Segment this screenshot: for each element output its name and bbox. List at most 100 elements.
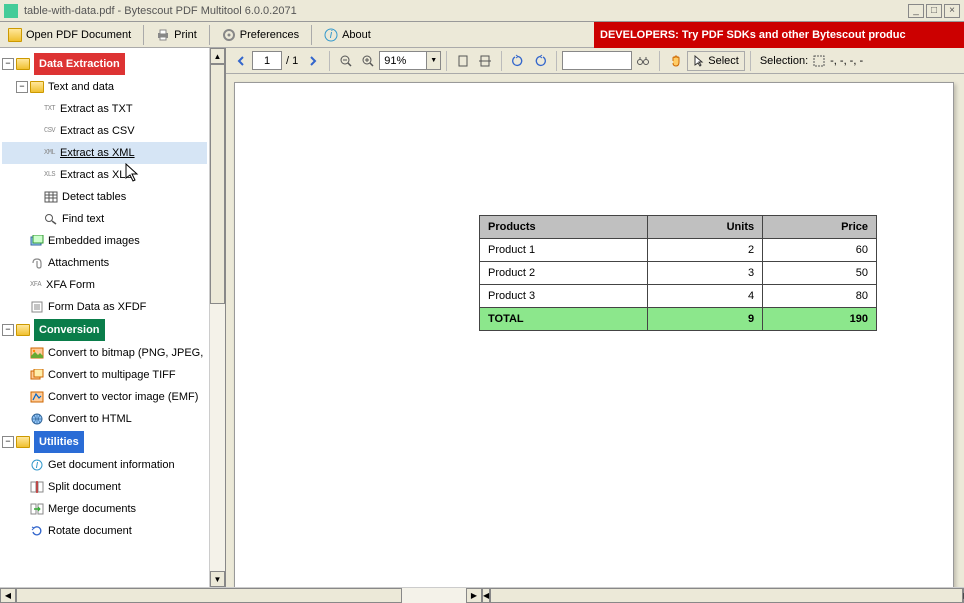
tree-item-extract-csv[interactable]: CSV Extract as CSV [2,120,207,142]
open-pdf-button[interactable]: Open PDF Document [2,26,137,44]
hand-tool-button[interactable] [665,51,687,71]
tiff-icon [30,369,44,381]
scroll-track[interactable] [402,588,466,603]
separator [556,51,557,71]
scroll-left-icon[interactable]: ◀ [482,588,490,603]
viewer-hscrollbar[interactable]: ◀ ▶ [482,587,964,603]
tree-label: Embedded images [48,231,140,251]
tree-item-merge[interactable]: Merge documents [2,498,207,520]
tree-item-find-text[interactable]: Find text [2,208,207,230]
cell: Product 2 [480,262,648,285]
selection-rect-icon [812,54,826,68]
rotate-ccw-button[interactable] [507,51,529,71]
tree-label: Convert to multipage TIFF [48,365,176,385]
rotate-cw-icon [533,54,547,68]
section-label: Utilities [34,431,84,453]
scroll-down-icon[interactable]: ▼ [210,571,225,587]
chevron-down-icon[interactable]: ▼ [427,51,441,70]
select-tool-button[interactable]: Select [687,51,745,71]
selection-value: -, -, -, - [826,55,867,67]
print-button[interactable]: Print [150,26,203,44]
open-label: Open PDF Document [26,29,131,41]
tree-item-extract-xml[interactable]: XML Extract as XML [2,142,207,164]
tree-item-convert-emf[interactable]: Convert to vector image (EMF) [2,386,207,408]
zoom-combo[interactable]: 91% ▼ [379,51,441,70]
tree-item-get-info[interactable]: i Get document information [2,454,207,476]
sidebar-hscrollbar[interactable]: ◀ ▶ [0,587,482,603]
zoom-out-button[interactable] [335,51,357,71]
tree-label: Detect tables [62,187,126,207]
search-input[interactable] [562,51,632,70]
rotate-icon [30,525,44,537]
scroll-thumb[interactable] [490,588,962,603]
separator [311,25,312,45]
tree-item-extract-txt[interactable]: TXT Extract as TXT [2,98,207,120]
tree-item-text-data[interactable]: − Text and data [2,76,207,98]
tree-section-utilities[interactable]: − Utilities [2,430,207,454]
tree-section-data-extraction[interactable]: − Data Extraction [2,52,207,76]
tree-label: Extract as XML [60,143,135,163]
tree-label: Split document [48,477,121,497]
search-button[interactable] [632,51,654,71]
tree-item-split[interactable]: Split document [2,476,207,498]
cell: 9 [647,308,762,331]
tree-section-conversion[interactable]: − Conversion [2,318,207,342]
tree-item-convert-tiff[interactable]: Convert to multipage TIFF [2,364,207,386]
fit-page-button[interactable] [452,51,474,71]
collapse-icon[interactable]: − [2,436,14,448]
xml-icon: XML [44,143,60,163]
maximize-button[interactable]: □ [926,4,942,18]
scroll-thumb[interactable] [210,64,225,304]
collapse-icon[interactable]: − [16,81,28,93]
csv-icon: CSV [44,121,60,141]
prev-page-button[interactable] [230,51,252,71]
rotate-cw-button[interactable] [529,51,551,71]
table-row: Product 3 4 80 [480,285,877,308]
scroll-track[interactable] [210,304,225,571]
print-icon [156,28,170,42]
separator [209,25,210,45]
scroll-right-icon[interactable]: ▶ [466,588,482,603]
cell: 80 [763,285,877,308]
scroll-up-icon[interactable]: ▲ [210,48,225,64]
tree-item-convert-html[interactable]: Convert to HTML [2,408,207,430]
minimize-button[interactable]: _ [908,4,924,18]
collapse-icon[interactable]: − [2,58,14,70]
promo-banner[interactable]: DEVELOPERS: Try PDF SDKs and other Bytes… [594,22,964,48]
info-icon: i [30,459,44,471]
tree-item-convert-bitmap[interactable]: Convert to bitmap (PNG, JPEG, [2,342,207,364]
title-bar: table-with-data.pdf - Bytescout PDF Mult… [0,0,964,22]
tree-item-xfa-form[interactable]: XFA XFA Form [2,274,207,296]
tree-item-extract-xls[interactable]: XLS Extract as XLS [2,164,207,186]
tree-item-attachments[interactable]: Attachments [2,252,207,274]
tree-item-detect-tables[interactable]: Detect tables [2,186,207,208]
tree-item-embedded-images[interactable]: Embedded images [2,230,207,252]
work-area: − Data Extraction − Text and data TXT Ex… [0,48,964,587]
tree-label: Text and data [48,77,114,97]
separator [329,51,330,71]
close-button[interactable]: × [944,4,960,18]
page-viewport[interactable]: Products Units Price Product 1 2 60 Prod… [226,74,964,587]
fit-width-button[interactable] [474,51,496,71]
section-label: Conversion [34,319,105,341]
selection-label: Selection: [756,55,812,67]
tree-label: Extract as TXT [60,99,133,119]
page-number-input[interactable] [252,51,282,70]
next-page-button[interactable] [302,51,324,71]
menu-bar: Open PDF Document Print Preferences i Ab… [0,22,964,48]
collapse-icon[interactable]: − [2,324,14,336]
zoom-in-button[interactable] [357,51,379,71]
tree-item-form-data-xfdf[interactable]: Form Data as XFDF [2,296,207,318]
about-button[interactable]: i About [318,26,377,44]
scroll-thumb[interactable] [16,588,402,603]
promo-text: DEVELOPERS: Try PDF SDKs and other Bytes… [600,29,906,41]
scroll-left-icon[interactable]: ◀ [0,588,16,603]
cell: 60 [763,239,877,262]
separator [143,25,144,45]
sidebar-scrollbar[interactable]: ▲ ▼ [209,48,225,587]
preferences-button[interactable]: Preferences [216,26,305,44]
bitmap-icon [30,347,44,359]
cell: 50 [763,262,877,285]
tree-item-rotate[interactable]: Rotate document [2,520,207,542]
zoom-value[interactable]: 91% [379,51,427,70]
